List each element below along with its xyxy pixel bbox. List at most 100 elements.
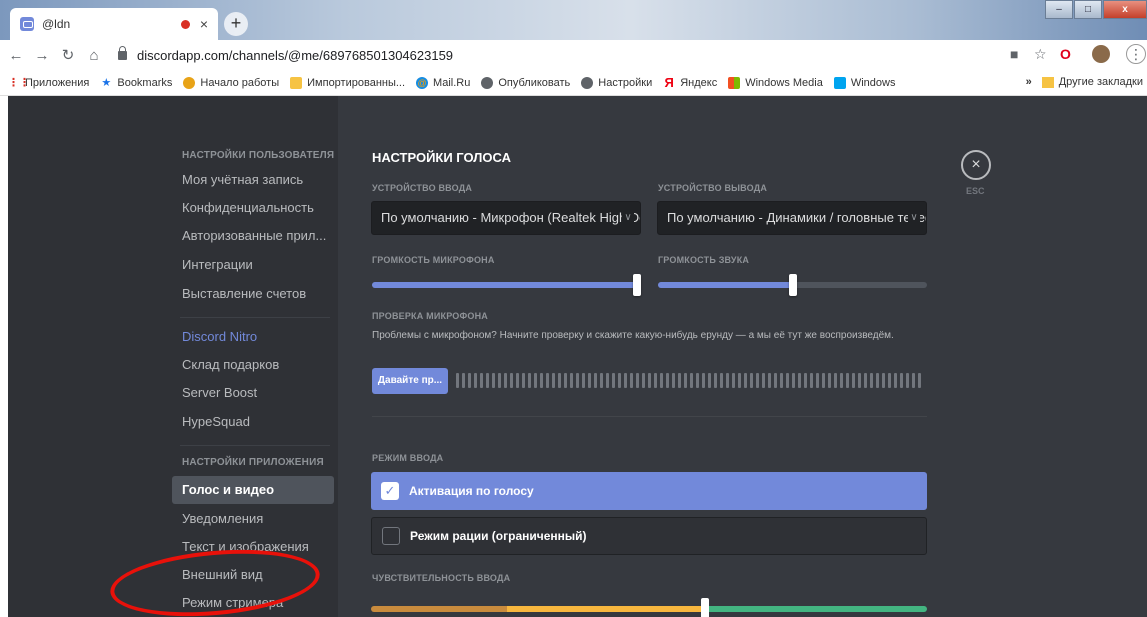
menu-dots-icon[interactable]: ⋮ — [1126, 44, 1146, 64]
window-border — [0, 96, 8, 617]
meter-bar — [624, 373, 627, 388]
minimize-button[interactable]: – — [1045, 0, 1073, 19]
bookmark-settings[interactable]: Настройки — [581, 76, 652, 89]
sidebar-item-server-boost[interactable]: Server Boost — [172, 379, 334, 407]
bookmark-publish[interactable]: Опубликовать — [481, 76, 570, 89]
meter-bar — [654, 373, 657, 388]
meter-bar — [684, 373, 687, 388]
back-arrow-icon[interactable]: ← — [6, 47, 26, 64]
sidebar-item-hypesquad[interactable]: HypeSquad — [172, 408, 334, 436]
mic-volume-slider[interactable] — [372, 274, 642, 296]
meter-bar — [720, 373, 723, 388]
meter-bar — [834, 373, 837, 388]
meter-bar — [666, 373, 669, 388]
sensitivity-slider[interactable] — [371, 598, 927, 617]
maximize-button[interactable]: □ — [1074, 0, 1102, 19]
mic-test-button[interactable]: Давайте пр... — [372, 368, 448, 394]
bookmark-apps[interactable]: ⋮⋮ Приложения — [8, 77, 89, 89]
input-device-select[interactable]: По умолчанию - Микрофон (Realtek High De… — [371, 201, 641, 235]
close-settings-button[interactable]: × — [961, 150, 991, 180]
meter-bar — [762, 373, 765, 388]
sensitivity-segment-high — [705, 606, 927, 612]
meter-bar — [738, 373, 741, 388]
bookmark-star-icon[interactable]: ☆ — [1034, 46, 1047, 63]
tab-close-icon[interactable]: × — [200, 16, 208, 32]
page-title: НАСТРОЙКИ ГОЛОСА — [372, 150, 511, 165]
sidebar-item-authorized-apps[interactable]: Авторизованные прил... — [172, 222, 334, 250]
url-field[interactable]: discordapp.com/channels/@me/689768501304… — [118, 45, 454, 63]
mic-level-meter — [456, 373, 926, 388]
meter-bar — [858, 373, 861, 388]
bookmark-bookmarks[interactable]: ★ Bookmarks — [100, 77, 172, 89]
output-volume-slider[interactable] — [658, 274, 927, 296]
settings-sidebar: НАСТРОЙКИ ПОЛЬЗОВАТЕЛЯ Моя учётная запис… — [8, 96, 338, 617]
output-device-label: УСТРОЙСТВО ВЫВОДА — [658, 183, 768, 193]
other-bookmarks[interactable]: Другие закладки — [1059, 76, 1143, 88]
meter-bar — [714, 373, 717, 388]
meter-bar — [702, 373, 705, 388]
sidebar-item-voice-video[interactable]: Голос и видео — [172, 476, 334, 504]
radio-push-to-talk[interactable]: Режим рации (ограниченный) — [371, 517, 927, 555]
profile-avatar-icon[interactable] — [1092, 45, 1110, 63]
sidebar-item-privacy[interactable]: Конфиденциальность — [172, 194, 334, 222]
sidebar-item-nitro[interactable]: Discord Nitro — [172, 323, 334, 351]
browser-tab-strip: @ldn × + – □ x — [0, 0, 1147, 40]
discord-favicon-icon — [20, 17, 34, 31]
meter-bar — [636, 373, 639, 388]
yandex-icon: Я — [664, 74, 674, 90]
meter-bar — [906, 373, 909, 388]
meter-bar — [486, 373, 489, 388]
meter-bar — [804, 373, 807, 388]
address-bar: ← → ↻ ⌂ discordapp.com/channels/@me/6897… — [0, 40, 1147, 70]
reload-icon[interactable]: ↻ — [58, 46, 78, 64]
meter-bar — [900, 373, 903, 388]
sidebar-item-appearance[interactable]: Внешний вид — [172, 561, 334, 589]
camera-icon[interactable]: ■ — [1010, 46, 1018, 62]
browser-tab[interactable]: @ldn × — [10, 8, 218, 40]
meter-bar — [540, 373, 543, 388]
meter-bar — [618, 373, 621, 388]
voice-settings-panel: НАСТРОЙКИ ГОЛОСА УСТРОЙСТВО ВВОДА УСТРОЙ… — [338, 96, 1147, 617]
home-icon[interactable]: ⌂ — [84, 47, 104, 64]
output-volume-handle[interactable] — [788, 274, 797, 296]
bookmark-imported[interactable]: Импортированны... — [290, 76, 405, 89]
bookmark-yandex[interactable]: Я Яндекс — [663, 74, 718, 90]
url-text: discordapp.com/channels/@me/689768501304… — [137, 47, 454, 63]
sidebar-item-streamer-mode[interactable]: Режим стримера — [172, 589, 334, 617]
meter-bar — [768, 373, 771, 388]
forward-arrow-icon[interactable]: → — [32, 47, 52, 64]
bookmark-windows[interactable]: Windows — [833, 76, 895, 89]
meter-bar — [534, 373, 537, 388]
meter-bar — [468, 373, 471, 388]
meter-bar — [660, 373, 663, 388]
checkmark-icon: ✓ — [381, 482, 399, 500]
meter-bar — [816, 373, 819, 388]
window-close-button[interactable]: x — [1103, 0, 1147, 19]
more-bookmarks-chevron-icon[interactable]: » — [1026, 76, 1032, 88]
meter-bar — [528, 373, 531, 388]
meter-bar — [462, 373, 465, 388]
opera-icon[interactable]: O — [1060, 46, 1071, 62]
bookmark-windows-media[interactable]: Windows Media — [728, 76, 823, 89]
meter-bar — [492, 373, 495, 388]
new-tab-button[interactable]: + — [224, 12, 248, 36]
radio-voice-activity[interactable]: ✓ Активация по голосу — [371, 472, 927, 510]
sidebar-item-account[interactable]: Моя учётная запись — [172, 166, 334, 194]
windows-icon — [833, 76, 846, 89]
apps-grid-icon: ⋮⋮ — [8, 76, 30, 89]
meter-bar — [882, 373, 885, 388]
output-device-select[interactable]: По умолчанию - Динамики / головные телеф… — [657, 201, 927, 235]
sidebar-item-text-images[interactable]: Текст и изображения — [172, 533, 334, 561]
sidebar-item-billing[interactable]: Выставление счетов — [172, 280, 334, 308]
bookmark-start[interactable]: Начало работы — [183, 76, 279, 89]
sidebar-item-integrations[interactable]: Интеграции — [172, 251, 334, 279]
sensitivity-handle[interactable] — [700, 598, 709, 617]
meter-bar — [564, 373, 567, 388]
mic-test-label: ПРОВЕРКА МИКРОФОНА — [372, 311, 488, 321]
bookmark-mailru[interactable]: @ Mail.Ru — [416, 76, 470, 89]
sidebar-item-notifications[interactable]: Уведомления — [172, 505, 334, 533]
meter-bar — [708, 373, 711, 388]
mic-volume-handle[interactable] — [633, 274, 642, 296]
meter-bar — [912, 373, 915, 388]
sidebar-item-gift-inventory[interactable]: Склад подарков — [172, 351, 334, 379]
